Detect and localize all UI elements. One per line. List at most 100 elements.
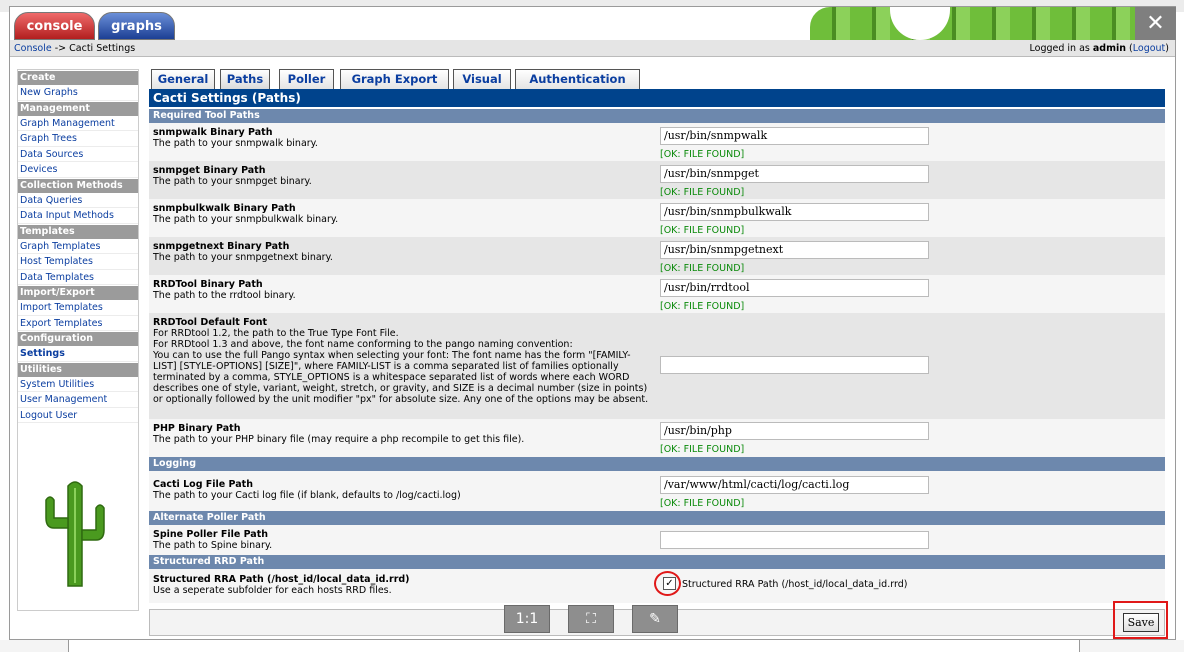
sidebar-category-management: Management: [18, 101, 138, 116]
structured-rra-checkbox-label[interactable]: Structured RRA Path (/host_id/local_data…: [682, 579, 907, 590]
breadcrumb-current: Cacti Settings: [69, 43, 136, 54]
file-found-status: [OK: FILE FOUND]: [660, 263, 745, 274]
sidebar-item-export-templates[interactable]: Export Templates: [18, 316, 138, 331]
edit-image-icon[interactable]: ✎: [632, 605, 678, 633]
setting-row-php: PHP Binary Path The path to your PHP bina…: [149, 419, 1165, 457]
setting-row-snmpget: snmpget Binary Path The path to your snmp…: [149, 161, 1165, 199]
file-found-status: [OK: FILE FOUND]: [660, 149, 745, 160]
breadcrumb-console-link[interactable]: Console: [14, 43, 52, 54]
setting-description: The path to Spine binary.: [153, 540, 273, 551]
section-required-tool-paths: Required Tool Paths: [149, 109, 1165, 123]
sidebar-item-user-management[interactable]: User Management: [18, 392, 138, 408]
setting-row-snmpgetnext: snmpgetnext Binary Path The path to your …: [149, 237, 1165, 275]
file-found-status: [OK: FILE FOUND]: [660, 187, 745, 198]
cactus-banner-image: [810, 7, 1150, 40]
snmpwalk-path-input[interactable]: /usr/bin/snmpwalk: [660, 127, 929, 145]
tab-graph-export[interactable]: Graph Export: [340, 69, 449, 89]
username: admin: [1092, 43, 1127, 54]
login-status: Logged in as admin (Logout): [1029, 43, 1170, 54]
setting-description: The path to your snmpwalk binary.: [153, 138, 318, 149]
setting-title: Cacti Log File Path: [153, 479, 253, 490]
tab-poller[interactable]: Poller: [279, 69, 334, 89]
settings-panel: General Paths Poller Graph Export Visual…: [149, 69, 1165, 609]
top-banner: console graphs: [10, 7, 1175, 40]
setting-title: snmpwalk Binary Path: [153, 127, 273, 138]
rrdtool-font-input[interactable]: [660, 356, 929, 374]
breadcrumb: Console -> Cacti Settings: [14, 43, 136, 54]
setting-row-snmpwalk: snmpwalk Binary Path The path to your snm…: [149, 123, 1165, 161]
sidebar-item-import-templates[interactable]: Import Templates: [18, 300, 138, 316]
snmpget-path-input[interactable]: /usr/bin/snmpget: [660, 165, 929, 183]
setting-description: The path to the rrdtool binary.: [153, 290, 296, 301]
sidebar-item-data-templates[interactable]: Data Templates: [18, 270, 138, 285]
setting-title: RRDTool Default Font: [153, 317, 268, 328]
sidebar-category-templates: Templates: [18, 224, 138, 239]
sidebar-item-data-queries[interactable]: Data Queries: [18, 193, 138, 208]
setting-row-spine: Spine Poller File Path The path to Spine …: [149, 525, 1165, 555]
file-found-status: [OK: FILE FOUND]: [660, 225, 745, 236]
graphs-tab[interactable]: graphs: [98, 12, 175, 40]
setting-description: The path to your snmpbulkwalk binary.: [153, 214, 339, 225]
section-logging: Logging: [149, 457, 1165, 471]
sidebar-category-create: Create: [18, 71, 138, 85]
sidebar-menu: Create New Graphs Management Graph Manag…: [17, 69, 139, 611]
setting-row-snmpbulkwalk: snmpbulkwalk Binary Path The path to your…: [149, 199, 1165, 237]
sidebar-item-system-utilities[interactable]: System Utilities: [18, 377, 138, 392]
tab-visual[interactable]: Visual: [453, 69, 511, 89]
php-path-input[interactable]: /usr/bin/php: [660, 422, 929, 440]
breadcrumb-bar: Console -> Cacti Settings Logged in as a…: [10, 40, 1175, 57]
section-alternate-poller-path: Alternate Poller Path: [149, 511, 1165, 525]
page-title: Cacti Settings (Paths): [149, 89, 1165, 107]
settings-tabs: General Paths Poller Graph Export Visual…: [149, 69, 1165, 89]
sidebar-item-graph-trees[interactable]: Graph Trees: [18, 131, 138, 147]
sidebar-category-import-export: Import/Export: [18, 286, 138, 300]
file-found-status: [OK: FILE FOUND]: [660, 498, 745, 509]
sidebar-item-graph-management[interactable]: Graph Management: [18, 116, 138, 131]
setting-title: snmpgetnext Binary Path: [153, 241, 290, 252]
setting-description: You can to use the full Pango syntax whe…: [153, 350, 649, 405]
save-button[interactable]: Save: [1123, 613, 1159, 632]
spine-path-input[interactable]: [660, 531, 929, 549]
setting-description: The path to your Cacti log file (if blan…: [153, 490, 461, 501]
background-page-bottom: [0, 640, 1184, 652]
sidebar-item-new-graphs[interactable]: New Graphs: [18, 85, 138, 101]
sidebar-item-data-input-methods[interactable]: Data Input Methods: [18, 208, 138, 224]
sidebar-item-graph-templates[interactable]: Graph Templates: [18, 239, 138, 254]
cactus-logo-icon: [45, 481, 105, 587]
snmpbulkwalk-path-input[interactable]: /usr/bin/snmpbulkwalk: [660, 203, 929, 221]
console-tab[interactable]: console: [14, 12, 95, 40]
sidebar-category-collection-methods: Collection Methods: [18, 178, 138, 193]
setting-title: PHP Binary Path: [153, 423, 241, 434]
sidebar-category-utilities: Utilities: [18, 362, 138, 377]
setting-title: snmpbulkwalk Binary Path: [153, 203, 296, 214]
setting-row-rrdtool-font: RRDTool Default Font For RRDtool 1.2, the…: [149, 313, 1165, 419]
tab-authentication[interactable]: Authentication: [515, 69, 640, 89]
logout-link[interactable]: Logout: [1133, 43, 1166, 54]
setting-row-rrdtool: RRDTool Binary Path The path to the rrdto…: [149, 275, 1165, 313]
snmpgetnext-path-input[interactable]: /usr/bin/snmpgetnext: [660, 241, 929, 259]
sidebar-category-configuration: Configuration: [18, 332, 138, 346]
setting-description: The path to your snmpget binary.: [153, 176, 312, 187]
file-found-status: [OK: FILE FOUND]: [660, 301, 745, 312]
setting-title: snmpget Binary Path: [153, 165, 266, 176]
sidebar-item-logout-user[interactable]: Logout User: [18, 408, 138, 423]
sidebar-item-host-templates[interactable]: Host Templates: [18, 254, 138, 270]
setting-row-structured-rra: Structured RRA Path (/host_id/local_data…: [149, 569, 1165, 603]
file-found-status: [OK: FILE FOUND]: [660, 444, 745, 455]
setting-description: Use a seperate subfolder for each hosts …: [153, 585, 392, 596]
rrdtool-path-input[interactable]: /usr/bin/rrdtool: [660, 279, 929, 297]
actual-size-button[interactable]: 1:1: [504, 605, 550, 633]
section-structured-rrd-path: Structured RRD Path: [149, 555, 1165, 569]
fit-screen-icon[interactable]: ⛶: [568, 605, 614, 633]
sidebar-item-data-sources[interactable]: Data Sources: [18, 147, 138, 162]
highlight-circle: [654, 571, 681, 596]
sidebar-item-settings[interactable]: Settings: [18, 346, 138, 362]
setting-title: RRDTool Binary Path: [153, 279, 263, 290]
sidebar-item-devices[interactable]: Devices: [18, 162, 138, 178]
tab-paths[interactable]: Paths: [220, 69, 270, 89]
close-icon[interactable]: ✕: [1135, 7, 1176, 40]
cacti-log-path-input[interactable]: /var/www/html/cacti/log/cacti.log: [660, 476, 929, 494]
tab-general[interactable]: General: [151, 69, 215, 89]
setting-description: The path to your PHP binary file (may re…: [153, 434, 525, 445]
setting-title: Structured RRA Path (/host_id/local_data…: [153, 574, 410, 585]
